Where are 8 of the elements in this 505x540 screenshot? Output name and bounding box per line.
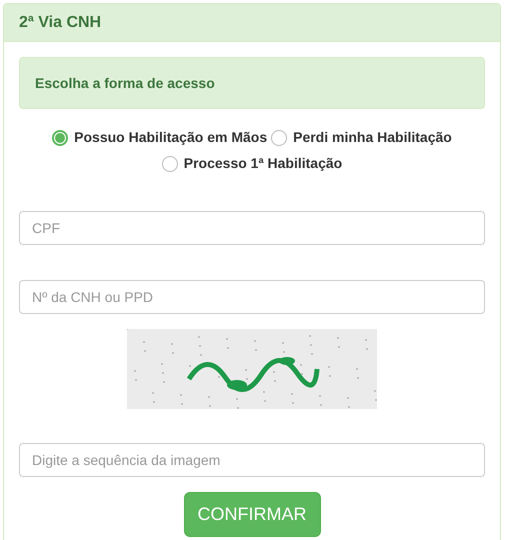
radio-option[interactable]: Processo 1ª Habilitação <box>162 153 342 174</box>
radio-option[interactable]: Possuo Habilitação em Mãos <box>52 127 268 148</box>
input-field[interactable]: Nº da CNH ou PPD <box>19 280 485 314</box>
input-field[interactable]: Digite a sequência da imagem <box>19 443 485 477</box>
alert-text: Escolha a forma de acesso <box>35 74 215 92</box>
panel-title: 2ª Via CNH <box>19 12 102 32</box>
input-field[interactable]: CPF <box>19 211 485 245</box>
radio-option[interactable]: Perdi minha Habilitação <box>271 127 452 148</box>
